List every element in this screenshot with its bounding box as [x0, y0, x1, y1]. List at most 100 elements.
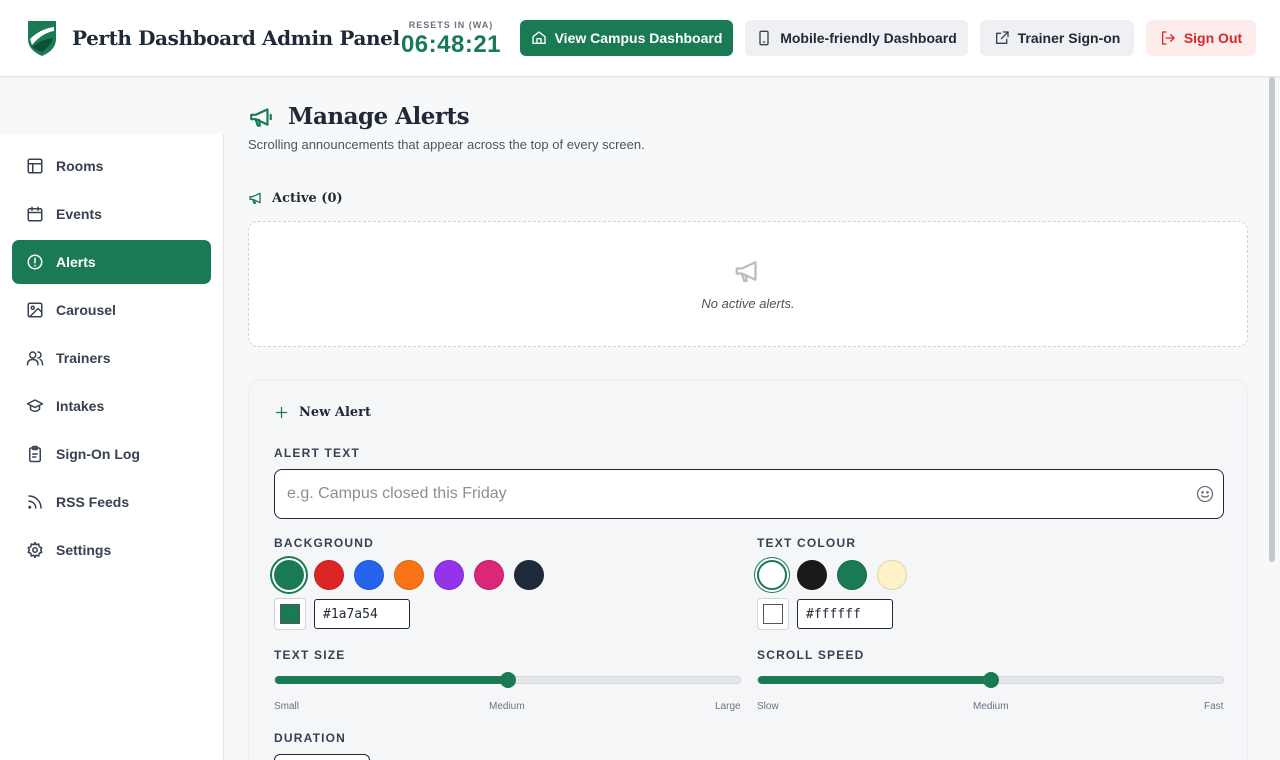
text-colour-swatches: [757, 560, 907, 590]
clipboard-icon: [29, 445, 41, 463]
empty-state-text: No active alerts.: [701, 296, 795, 311]
sidebar-item-label: Alerts: [56, 254, 96, 270]
page-scrollbar[interactable]: [1269, 77, 1277, 562]
sidebar-item-label: Trainers: [56, 350, 111, 366]
background-label: BACKGROUND: [274, 536, 374, 550]
duration-input[interactable]: [274, 754, 370, 760]
scroll-speed-slider[interactable]: [757, 672, 1224, 688]
sidebar-item-rss-feeds[interactable]: RSS Feeds: [12, 480, 211, 524]
sidebar-item-alerts[interactable]: Alerts: [12, 240, 211, 284]
sidebar-item-label: Settings: [56, 542, 112, 558]
text-size-tick-medium: Medium: [489, 701, 525, 712]
background-swatch[interactable]: [274, 560, 304, 590]
top-header: Perth Dashboard Admin Panel RESETS IN (W…: [0, 0, 1280, 77]
megaphone-icon: [249, 192, 261, 204]
text-colour-swatch[interactable]: [877, 560, 907, 590]
new-alert-card: New Alert ALERT TEXT BACKGROUND TEXT COL…: [248, 379, 1248, 760]
active-alerts-empty-state: No active alerts.: [248, 221, 1248, 347]
mobile-label: Mobile-friendly Dashboard: [780, 30, 957, 46]
brand: Perth Dashboard Admin Panel: [26, 19, 400, 57]
sidebar-item-label: Events: [56, 206, 102, 222]
timer-value: 06:48:21: [400, 31, 502, 58]
timer-label: RESETS IN (WA): [408, 20, 494, 30]
sidebar-item-settings[interactable]: Settings: [12, 528, 211, 572]
trainer-sign-on-button[interactable]: Trainer Sign-on: [980, 20, 1134, 56]
background-swatch[interactable]: [354, 560, 384, 590]
text-size-slider-fill: [275, 676, 508, 684]
reset-timer: RESETS IN (WA) 06:48:21: [396, 20, 506, 59]
shield-logo-icon: [28, 21, 56, 56]
sidebar: Rooms Events Alerts Carousel Trainers In…: [0, 134, 224, 760]
background-swatches: [274, 560, 544, 590]
scroll-speed-label: SCROLL SPEED: [757, 648, 865, 662]
page-header: Manage Alerts Scrolling announcements th…: [248, 103, 645, 152]
background-swatch[interactable]: [474, 560, 504, 590]
sidebar-item-intakes[interactable]: Intakes: [12, 384, 211, 428]
scroll-speed-tick-fast: Fast: [1204, 701, 1224, 712]
sidebar-item-carousel[interactable]: Carousel: [12, 288, 211, 332]
text-size-tick-large: Large: [715, 701, 741, 712]
text-size-tick-small: Small: [274, 701, 300, 712]
text-colour-label: TEXT COLOUR: [757, 536, 857, 550]
calendar-icon: [27, 206, 43, 222]
text-size-label: TEXT SIZE: [274, 648, 346, 662]
smartphone-icon: [759, 30, 769, 46]
sidebar-item-label: Carousel: [56, 302, 116, 318]
new-alert-title: New Alert: [299, 405, 372, 420]
background-swatch[interactable]: [434, 560, 464, 590]
gear-icon: [27, 541, 43, 559]
scroll-speed-tick-medium: Medium: [973, 701, 1009, 712]
sidebar-item-label: Rooms: [56, 158, 104, 174]
sidebar-item-trainers[interactable]: Trainers: [12, 336, 211, 380]
sidebar-item-events[interactable]: Events: [12, 192, 211, 236]
new-alert-heading: New Alert: [274, 405, 371, 420]
sidebar-item-sign-on-log[interactable]: Sign-On Log: [12, 432, 211, 476]
active-alerts-heading: Active (0): [248, 190, 343, 206]
trainer-label: Trainer Sign-on: [1017, 30, 1121, 46]
log-out-icon: [1161, 31, 1175, 45]
sign-out-label: Sign Out: [1183, 30, 1243, 46]
sign-out-button[interactable]: Sign Out: [1146, 20, 1256, 56]
mobile-dashboard-button[interactable]: Mobile-friendly Dashboard: [745, 20, 968, 56]
page-subtitle: Scrolling announcements that appear acro…: [248, 137, 645, 152]
scroll-speed-tick-slow: Slow: [757, 701, 779, 712]
text-size-slider-thumb[interactable]: [499, 672, 516, 688]
emoji-icon[interactable]: [1195, 484, 1215, 504]
page-title: Manage Alerts: [288, 103, 470, 130]
layout-icon: [27, 158, 43, 174]
megaphone-icon: [250, 107, 272, 127]
text-colour-swatch[interactable]: [837, 560, 867, 590]
alert-text-label: ALERT TEXT: [274, 446, 360, 460]
background-swatch[interactable]: [314, 560, 344, 590]
users-icon: [26, 351, 44, 366]
text-colour-swatch[interactable]: [757, 560, 787, 590]
app-title: Perth Dashboard Admin Panel: [72, 26, 400, 50]
background-color-picker[interactable]: [274, 598, 306, 630]
text-hex-input[interactable]: [797, 599, 893, 629]
view-campus-dashboard-button[interactable]: View Campus Dashboard: [520, 20, 733, 56]
background-color-fill: [280, 604, 300, 624]
image-icon: [27, 302, 43, 318]
sidebar-item-label: Sign-On Log: [56, 446, 140, 462]
text-size-slider[interactable]: [274, 672, 741, 688]
external-link-icon: [995, 31, 1009, 44]
rss-icon: [28, 495, 42, 509]
view-campus-label: View Campus Dashboard: [554, 30, 723, 46]
text-color-picker[interactable]: [757, 598, 789, 630]
active-count-label: Active (0): [272, 190, 343, 206]
scroll-speed-slider-thumb[interactable]: [982, 672, 999, 688]
megaphone-icon: [735, 261, 757, 283]
background-swatch[interactable]: [514, 560, 544, 590]
scrollbar-thumb[interactable]: [1269, 77, 1275, 562]
sidebar-item-rooms[interactable]: Rooms: [12, 144, 211, 188]
alert-text-input[interactable]: [274, 469, 1224, 519]
duration-label: DURATION: [274, 731, 347, 745]
text-color-fill: [763, 604, 783, 624]
plus-icon: [275, 406, 288, 419]
background-swatch[interactable]: [394, 560, 424, 590]
text-colour-swatch[interactable]: [797, 560, 827, 590]
scroll-speed-slider-fill: [758, 676, 991, 684]
background-hex-input[interactable]: [314, 599, 410, 629]
graduation-cap-icon: [26, 399, 44, 412]
home-icon: [531, 31, 546, 44]
